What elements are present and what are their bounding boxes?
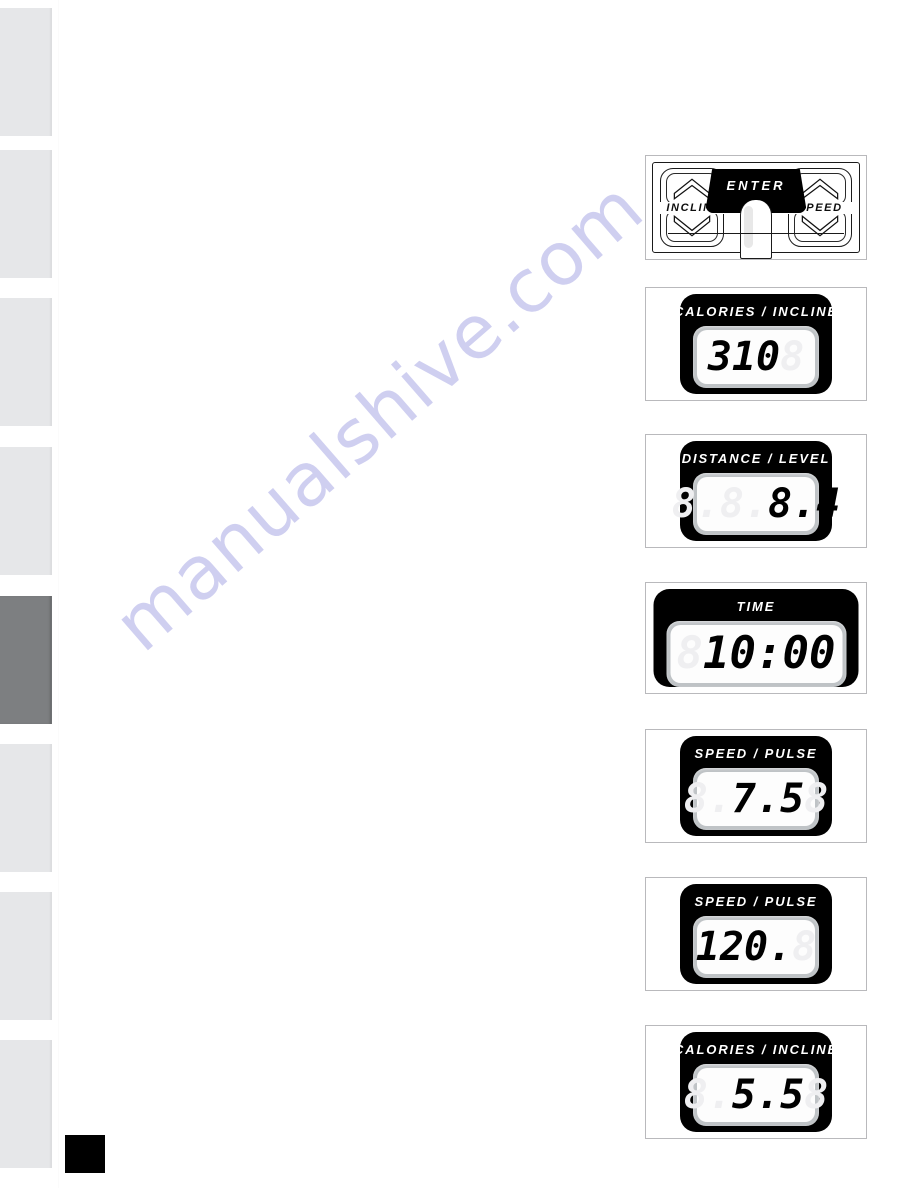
lcd-housing: SPEED / PULSE 8. 7. 5 8 <box>680 736 832 836</box>
lcd-title-label: SPEED / PULSE <box>694 894 818 909</box>
lcd-digit: 1 <box>731 334 756 380</box>
figure-speed-pulse-display-75: SPEED / PULSE 8. 7. 5 8 <box>645 729 867 843</box>
enter-button-label: ENTER <box>726 178 786 193</box>
lcd-digit: 5 <box>780 1072 805 1118</box>
lcd-bezel: 8. 7. 5 8 <box>684 768 828 830</box>
lcd-digit: 1 <box>703 628 730 679</box>
lcd-digit: 2 <box>719 924 744 970</box>
lcd-digit: : <box>756 628 783 679</box>
sidebar-chapter-tab-1[interactable] <box>0 8 52 136</box>
lcd-ghost-digit: 8. <box>683 776 732 822</box>
lcd-ghost-digit: 8 <box>804 1072 829 1118</box>
lcd-digit: 3 <box>707 334 732 380</box>
lcd-digit: 1 <box>695 924 720 970</box>
lcd-title-label: SPEED / PULSE <box>694 746 818 761</box>
lcd-digit-group: 1 2 0. 8 <box>696 927 816 967</box>
lcd-housing: CALORIES / INCLINE 3 1 0 8 <box>674 294 836 394</box>
sidebar-chapter-tab-7[interactable] <box>0 892 52 1020</box>
page-number-box <box>65 1135 105 1173</box>
lcd-housing: TIME 8 1 0:0 0 <box>653 589 859 687</box>
console-base <box>668 233 844 248</box>
lcd-digit-group: 8. 5. 5 8 <box>684 1075 829 1115</box>
lcd-title-label: TIME <box>736 599 776 614</box>
site-watermark: manualshive.com <box>98 164 660 669</box>
figure-time-display-1000: TIME 8 1 0:0 0 <box>645 582 867 694</box>
lcd-screen: 810:00 <box>670 625 842 683</box>
lcd-digit: 0 <box>729 628 757 679</box>
lcd-digit-group: 810:00 <box>677 632 836 676</box>
lcd-ghost-digit: 8 <box>780 334 805 380</box>
lcd-ghost-digit: 8. <box>719 481 769 527</box>
lcd-title-label: CALORIES / INCLINE <box>673 1042 839 1057</box>
sidebar-chapter-tab-8[interactable] <box>0 1040 52 1168</box>
lcd-screen: 1 2 0. 8 <box>696 920 816 974</box>
lcd-digit: 0. <box>743 924 793 970</box>
chapter-tab-rail <box>0 0 52 1188</box>
lcd-digit: 7. <box>731 776 781 822</box>
console-illustration: INCLINE SPEED ENTER <box>652 162 860 259</box>
lcd-digit: 0 <box>756 334 781 380</box>
lcd-screen: 8. 7. 5 8 <box>684 772 828 826</box>
sidebar-chapter-tab-4[interactable] <box>0 447 52 575</box>
lcd-bezel: 810:00 <box>666 621 846 687</box>
figure-calories-incline-display-55: CALORIES / INCLINE 8. 5. 5 8 <box>645 1025 867 1139</box>
sidebar-chapter-tab-3[interactable] <box>0 298 52 426</box>
finger-press-icon <box>740 200 772 259</box>
lcd-digit: 5 <box>780 776 805 822</box>
lcd-title-label: DISTANCE / LEVEL <box>681 451 831 466</box>
lcd-ghost-digit: 8 <box>792 924 817 970</box>
lcd-digit: 4 <box>816 481 841 527</box>
lcd-bezel: 3108 <box>693 326 819 388</box>
lcd-bezel: 8. 5. 5 8 <box>684 1064 828 1126</box>
figure-speed-pulse-display-120: SPEED / PULSE 1 2 0. 8 <box>645 877 867 991</box>
lcd-digit: 5. <box>731 1072 781 1118</box>
lcd-screen: 8. 8. 8. 4 <box>672 477 840 531</box>
lcd-ghost-digit: 8 <box>804 776 829 822</box>
lcd-ghost-digit: 8 <box>676 628 704 679</box>
figure-calories-incline-display-310: CALORIES / INCLINE 3 1 0 8 <box>645 287 867 401</box>
lcd-ghost-digit: 8. <box>671 481 720 527</box>
figure-console-buttons: INCLINE SPEED ENTER <box>645 155 867 260</box>
sidebar-chapter-tab-2[interactable] <box>0 150 52 278</box>
figure-distance-level-display-84: DISTANCE / LEVEL 8. 8. 8. 4 <box>645 434 867 548</box>
lcd-digit-group: 8. 8. 8. 4 <box>672 484 841 524</box>
lcd-digit: 0 <box>809 628 836 679</box>
content-column-rule <box>58 0 59 1188</box>
lcd-housing: SPEED / PULSE 1 2 0. 8 <box>680 884 832 984</box>
lcd-bezel: 1 2 0. 8 <box>693 916 819 978</box>
lcd-ghost-digit: 8. <box>683 1072 732 1118</box>
sidebar-chapter-tab-6[interactable] <box>0 744 52 872</box>
lcd-digit-group: 3108 <box>708 337 804 377</box>
lcd-screen: 8. 5. 5 8 <box>684 1068 828 1122</box>
sidebar-chapter-tab-5[interactable] <box>0 596 52 724</box>
lcd-housing: CALORIES / INCLINE 8. 5. 5 8 <box>674 1032 836 1132</box>
lcd-digit-group: 8. 7. 5 8 <box>684 779 829 819</box>
lcd-housing: DISTANCE / LEVEL 8. 8. 8. 4 <box>672 441 840 541</box>
lcd-digit: 0 <box>782 628 810 679</box>
lcd-bezel: 8. 8. 8. 4 <box>672 473 840 535</box>
lcd-digit: 8. <box>768 481 817 527</box>
lcd-title-label: CALORIES / INCLINE <box>673 304 839 319</box>
lcd-screen: 3108 <box>697 330 815 384</box>
